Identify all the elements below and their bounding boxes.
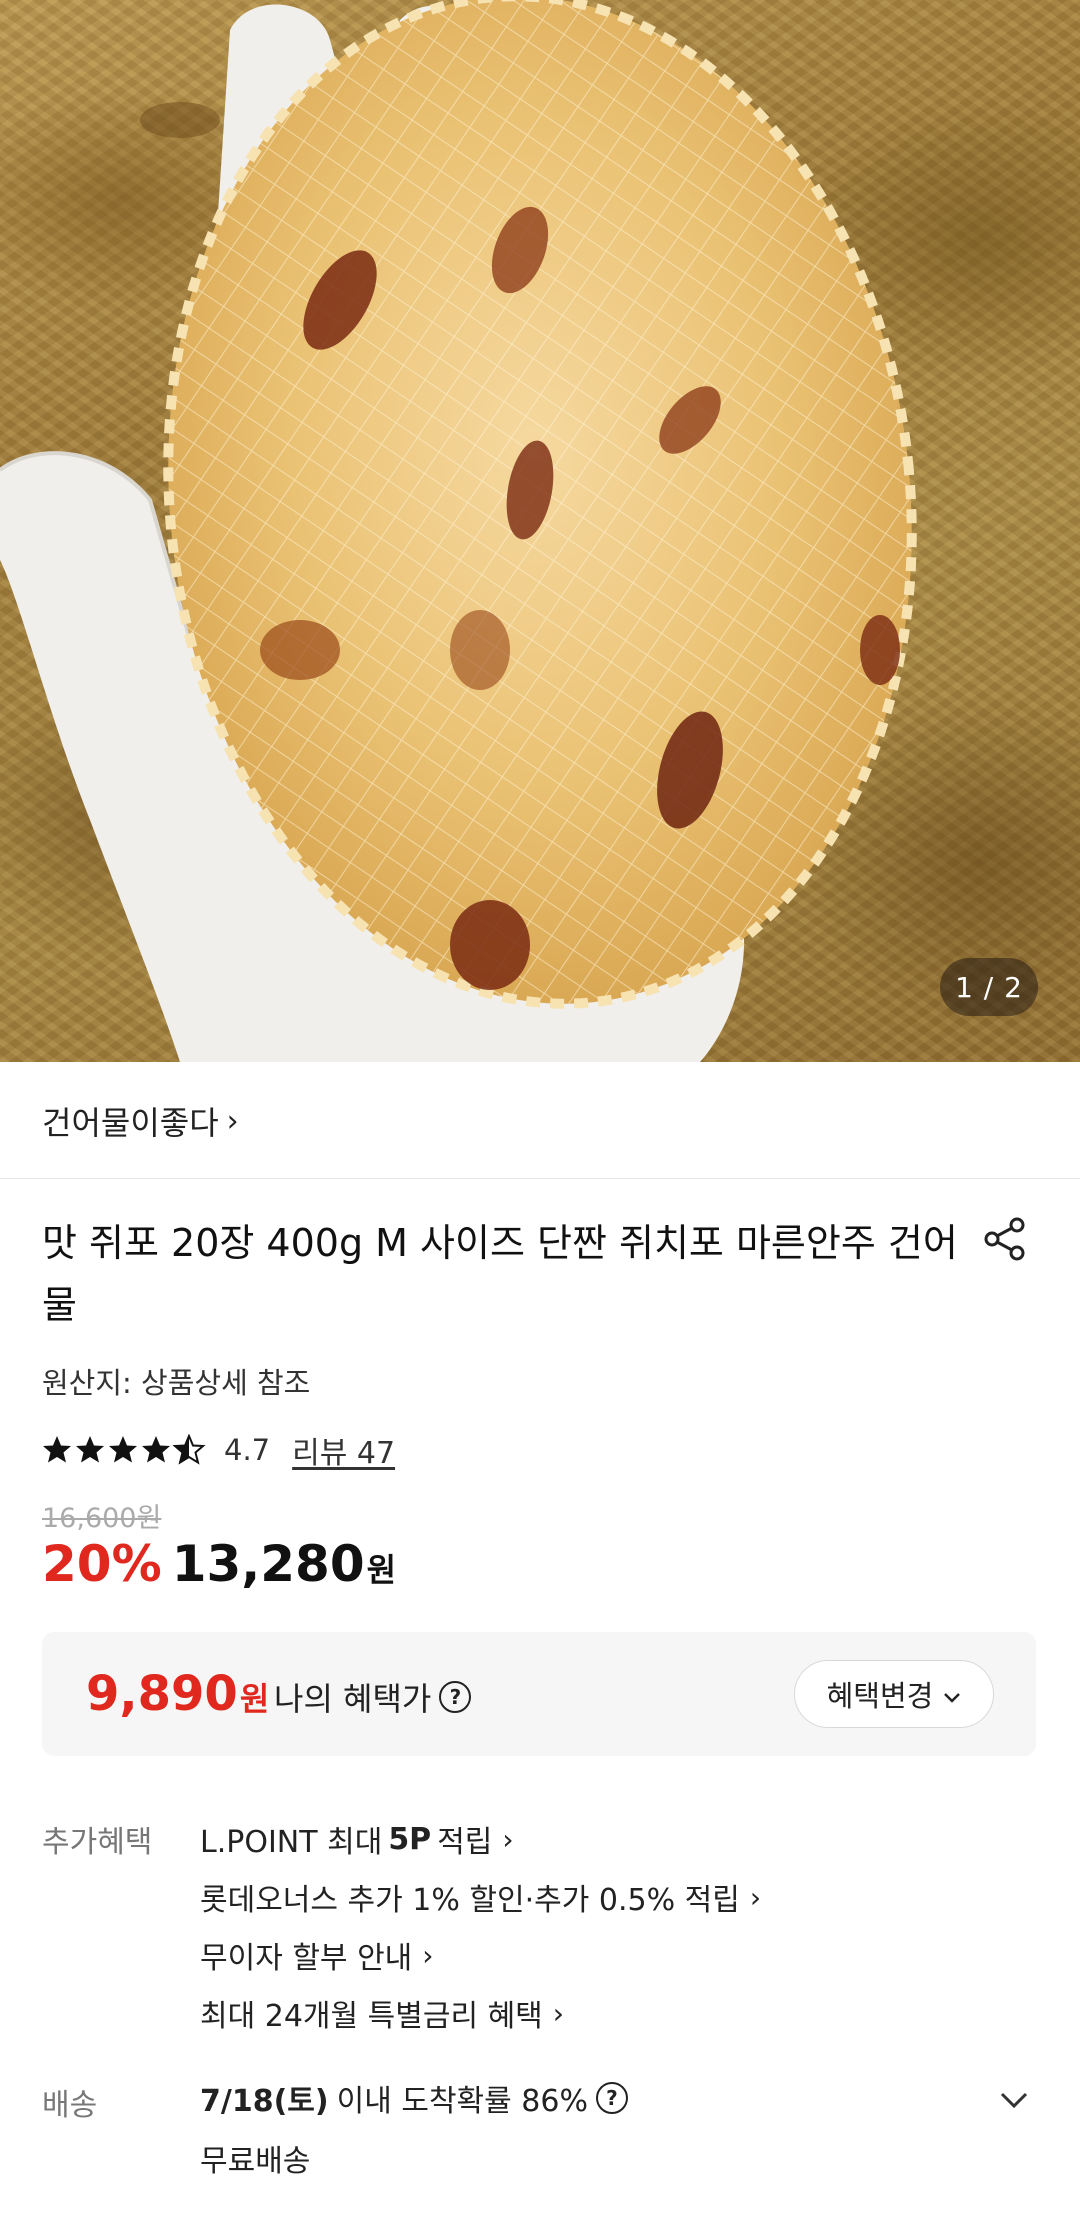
extra-benefit-text: 적립 bbox=[437, 1825, 493, 1860]
extra-benefit-bold: 5P bbox=[388, 1821, 432, 1857]
chevron-down-icon bbox=[943, 1677, 961, 1711]
shipping-expand-button[interactable] bbox=[994, 2080, 1034, 2120]
shipping-label: 배송 bbox=[42, 2088, 98, 2123]
divider bbox=[0, 1178, 1080, 1179]
change-benefit-label: 혜택변경 bbox=[826, 1679, 934, 1713]
share-icon bbox=[984, 1217, 1025, 1261]
review-link[interactable]: 리뷰 47 bbox=[292, 1428, 395, 1472]
benefit-label-text: 나의 혜택가 bbox=[274, 1680, 432, 1718]
star-icon bbox=[142, 1436, 170, 1463]
star-half-icon bbox=[174, 1435, 204, 1464]
shipping-eta: 7/18(토) 이내 도착확률 86% ? bbox=[200, 2076, 628, 2120]
shipping-text: 이내 도착확률 86% bbox=[336, 2084, 588, 2119]
store-link[interactable]: 건어물이좋다 › bbox=[42, 1098, 239, 1144]
extra-benefit-text: L.POINT 최대 bbox=[200, 1825, 383, 1860]
benefit-price: 9,890 원 bbox=[86, 1666, 269, 1722]
chevron-right-icon: › bbox=[226, 1103, 239, 1139]
extra-benefits-list: L.POINT 최대 5P 적립 › 롯데오너스 추가 1% 할인·추가 0.5… bbox=[200, 1810, 761, 2042]
chevron-right-icon: › bbox=[422, 1938, 434, 1972]
benefit-box: 9,890 원 나의 혜택가 ? 혜택변경 bbox=[42, 1632, 1036, 1756]
star-icon bbox=[109, 1436, 137, 1463]
share-button[interactable] bbox=[978, 1212, 1032, 1266]
star-icon bbox=[43, 1436, 71, 1463]
extra-benefit-text: 무이자 할부 안내 bbox=[200, 1941, 413, 1976]
extra-benefit-lpoint[interactable]: L.POINT 최대 5P 적립 › bbox=[200, 1810, 761, 1868]
sale-price-unit: 원 bbox=[366, 1551, 397, 1589]
product-image[interactable]: 1 / 2 bbox=[0, 0, 1080, 1062]
rating-row: 4.7 리뷰 47 bbox=[42, 1428, 395, 1472]
product-photo-art bbox=[0, 0, 917, 1062]
extra-benefit-text: 롯데오너스 추가 1% 할인·추가 0.5% 적립 bbox=[200, 1883, 740, 1918]
change-benefit-button[interactable]: 혜택변경 bbox=[794, 1660, 994, 1728]
discount-rate: 20% bbox=[42, 1535, 162, 1593]
extra-benefit-special-rate[interactable]: 최대 24개월 특별금리 혜택 › bbox=[200, 1984, 761, 2042]
image-counter: 1 / 2 bbox=[940, 958, 1038, 1016]
question-circle-icon[interactable]: ? bbox=[595, 2082, 628, 2114]
sale-price: 13,280 bbox=[171, 1535, 365, 1593]
benefit-price-value: 9,890 bbox=[86, 1666, 238, 1722]
chevron-right-icon: › bbox=[749, 1880, 762, 1914]
shipping-date: 7/18(토) bbox=[200, 2084, 329, 2119]
origin-text: 원산지: 상품상세 참조 bbox=[42, 1366, 311, 1400]
chevron-right-icon: › bbox=[502, 1822, 514, 1856]
star-rating bbox=[42, 1434, 212, 1466]
store-name: 건어물이좋다 bbox=[42, 1104, 219, 1142]
extra-benefits-label: 추가혜택 bbox=[42, 1825, 153, 1860]
shipping-fee: 무료배송 bbox=[200, 2144, 311, 2179]
chevron-right-icon: › bbox=[552, 1996, 564, 2030]
price-row: 20% 13,280 원 bbox=[42, 1535, 396, 1593]
extra-benefit-installment[interactable]: 무이자 할부 안내 › bbox=[200, 1926, 761, 1984]
star-icons bbox=[43, 1435, 204, 1464]
chevron-down-icon bbox=[1000, 2092, 1028, 2109]
product-title: 맛 쥐포 20장 400g M 사이즈 단짠 쥐치포 마른안주 건어물 bbox=[42, 1221, 958, 1327]
extra-benefit-lotte-owners[interactable]: 롯데오너스 추가 1% 할인·추가 0.5% 적립 › bbox=[200, 1868, 761, 1926]
original-price: 16,600원 bbox=[42, 1503, 162, 1534]
question-circle-icon[interactable]: ? bbox=[439, 1681, 472, 1713]
rating-value: 4.7 bbox=[224, 1433, 271, 1467]
star-icon bbox=[76, 1436, 104, 1463]
benefit-price-unit: 원 bbox=[239, 1680, 270, 1718]
extra-benefit-text: 최대 24개월 특별금리 혜택 bbox=[200, 1999, 543, 2034]
benefit-label: 나의 혜택가 ? bbox=[274, 1674, 472, 1720]
